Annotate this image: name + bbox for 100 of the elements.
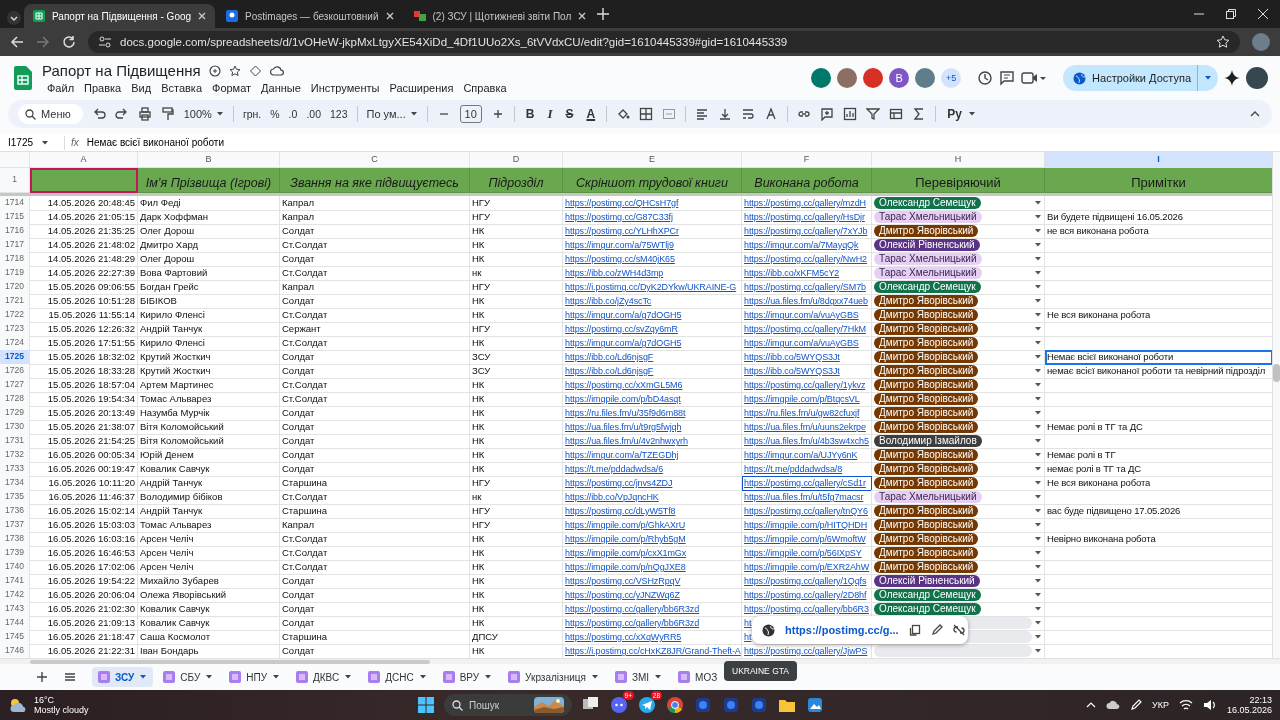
menu-item[interactable]: Файл <box>42 82 80 94</box>
table-cell[interactable]: НК <box>470 434 563 449</box>
link[interactable]: https://postimg.cc/VSHzRpqV <box>565 576 681 586</box>
link[interactable]: https://imgpile.com/p/nQgJXE8 <box>565 562 686 572</box>
link[interactable]: https://postimg.cc/YLHhXPCr <box>565 226 679 236</box>
table-cell[interactable]: Ст.Солдат <box>280 308 470 323</box>
link[interactable]: https://postimg.cc/xXqWyRR5 <box>565 632 682 642</box>
table-cell[interactable]: 16.05.2026 11:46:37 <box>30 490 138 505</box>
table-cell[interactable]: Старшина <box>280 504 470 519</box>
table-cell[interactable]: Андрій Танчук <box>138 476 280 491</box>
link[interactable]: https://postimg.cc/gallery/7HkM <box>744 324 866 334</box>
person-chip[interactable]: Дмитро Яворівський <box>874 449 979 461</box>
start-icon[interactable] <box>418 697 434 713</box>
star-icon[interactable] <box>228 64 241 77</box>
link[interactable]: https://ua.files.fm/u/4v2nhwxyrh <box>565 436 688 446</box>
input-tools-button[interactable]: Ру <box>945 107 976 121</box>
table-cell[interactable]: НК <box>470 378 563 393</box>
person-chip[interactable]: Олексій Рівненський <box>874 575 980 587</box>
move-icon[interactable] <box>208 64 221 77</box>
number-format-button[interactable]: грн. <box>242 108 262 120</box>
gemini-icon[interactable] <box>1224 70 1240 86</box>
table-cell[interactable]: 14.05.2026 22:27:39 <box>30 266 138 281</box>
unlink-icon[interactable] <box>952 624 965 636</box>
person-chip[interactable]: Дмитро Яворівський <box>874 533 979 545</box>
video-call-icon[interactable] <box>1021 71 1048 85</box>
table-cell[interactable]: https://imgur.com/a/vuAyGBS <box>742 308 872 323</box>
reload-icon[interactable] <box>62 35 76 49</box>
link[interactable]: https://i.postimg.cc/DyK2DYkw/UKRAINE-G <box>565 282 737 292</box>
search-field[interactable]: Пошук <box>444 694 572 716</box>
table-cell[interactable]: 15.05.2026 18:33:28 <box>30 364 138 379</box>
link[interactable]: https://t.me/pddadwdsa/8 <box>744 464 843 474</box>
table-cell[interactable]: Ст.Солдат <box>280 378 470 393</box>
restore-icon[interactable] <box>1226 9 1236 19</box>
person-chip[interactable]: Дмитро Яворівський <box>874 421 979 433</box>
table-cell[interactable]: Солдат <box>280 420 470 435</box>
table-cell[interactable]: 15.05.2026 10:51:28 <box>30 294 138 309</box>
table-cell[interactable]: 15.05.2026 18:57:04 <box>30 378 138 393</box>
table-cell[interactable]: НГУ <box>470 518 563 533</box>
person-chip[interactable]: Дмитро Яворівський <box>874 365 979 377</box>
table-cell[interactable]: Ст.Солдат <box>280 546 470 561</box>
link[interactable]: https://ibb.co/Ld6njsgF <box>565 366 654 376</box>
table-cell[interactable]: НК <box>470 560 563 575</box>
site-info-icon[interactable] <box>98 35 112 49</box>
table-cell[interactable]: Солдат <box>280 462 470 477</box>
share-button[interactable]: Настройки Доступа <box>1063 65 1218 91</box>
table-cell[interactable]: Володимир бібіков <box>138 490 280 505</box>
avatar[interactable] <box>811 68 832 88</box>
menu-item[interactable]: Данные <box>256 82 306 94</box>
table-cell[interactable]: https://imgur.com/a/7MayqQk <box>742 238 872 253</box>
italic-button[interactable]: I <box>545 106 555 122</box>
person-chip[interactable]: Дмитро Яворівський <box>874 337 979 349</box>
table-cell[interactable]: Сержант <box>280 322 470 337</box>
table-cell[interactable]: Солдат <box>280 364 470 379</box>
table-cell[interactable]: Олег Дорош <box>138 224 280 239</box>
table-cell[interactable]: Вітя Коломойський <box>138 434 280 449</box>
row-number[interactable]: 1 <box>0 168 30 193</box>
person-chip[interactable]: Тарас Хмельницький <box>874 253 982 265</box>
close-icon[interactable] <box>384 11 395 21</box>
person-chip[interactable]: Тарас Хмельницький <box>874 267 982 279</box>
table-cell[interactable]: НГУ <box>470 504 563 519</box>
person-chip[interactable]: Дмитро Яворівський <box>874 477 979 489</box>
person-chip[interactable]: Дмитро Яворівський <box>874 547 979 559</box>
table-cell[interactable]: Ст.Солдат <box>280 560 470 575</box>
table-cell[interactable]: Юрій Денем <box>138 448 280 463</box>
volume-icon[interactable] <box>1202 699 1217 711</box>
person-chip[interactable]: Дмитро Яворівський <box>874 561 979 573</box>
person-chip[interactable]: Дмитро Яворівський <box>874 463 979 475</box>
column-title[interactable]: Ім’я Прізвища (Ігрові) <box>138 168 280 193</box>
edit-icon[interactable] <box>930 624 943 636</box>
link[interactable]: https://postimg.cc/gallery/JjwPS <box>744 646 868 656</box>
menu-item[interactable]: Вид <box>126 82 157 94</box>
app-icon[interactable] <box>694 696 712 714</box>
chevron-up-icon[interactable] <box>1086 700 1096 710</box>
table-cell[interactable]: Вова Фартовий <box>138 266 280 281</box>
table-cell[interactable]: Капрал <box>280 518 470 533</box>
table-cell[interactable]: Ковалик Савчук <box>138 616 280 631</box>
link[interactable]: https://ibb.co/zWH4d3mp <box>565 268 664 278</box>
table-cell[interactable]: Ковалик Савчук <box>138 462 280 477</box>
table-cell[interactable]: НК <box>470 420 563 435</box>
table-cell[interactable]: https://ua.files.fm/u/uuns2ekrpe <box>742 420 872 435</box>
table-cell[interactable]: НК <box>470 406 563 421</box>
link[interactable]: https://ibb.co/jZy4scTc <box>565 296 652 306</box>
table-cell[interactable]: https://postimg.cc/gallery/7xYJb <box>742 224 872 239</box>
table-cell[interactable]: 16.05.2026 20:06:04 <box>30 588 138 603</box>
app-icon[interactable] <box>750 696 768 714</box>
table-cell[interactable]: НК <box>470 224 563 239</box>
person-chip[interactable]: Тарас Хмельницький <box>874 211 982 223</box>
link[interactable]: https://postimg.cc/gallery/NwH2 <box>744 254 867 264</box>
vertical-align-icon[interactable] <box>718 107 733 121</box>
table-cell[interactable]: https://imgpile.com/p/BtqcsVL <box>742 392 872 407</box>
column-header[interactable]: B <box>138 152 280 168</box>
number-format-button[interactable]: 123 <box>330 108 348 120</box>
table-cell[interactable]: Саша Космолот <box>138 630 280 645</box>
link[interactable]: https://postimg.cc/dLyW5Tf8 <box>565 506 676 516</box>
table-cell[interactable]: Солдат <box>280 406 470 421</box>
table-cell[interactable]: 15.05.2026 18:32:02 <box>30 350 138 365</box>
table-cell[interactable]: Фил Феді <box>138 196 280 211</box>
link[interactable]: https://imgur.com/a/vuAyGBS <box>744 310 859 320</box>
table-cell[interactable]: Ст.Солдат <box>280 336 470 351</box>
table-cell[interactable]: Солдат <box>280 294 470 309</box>
